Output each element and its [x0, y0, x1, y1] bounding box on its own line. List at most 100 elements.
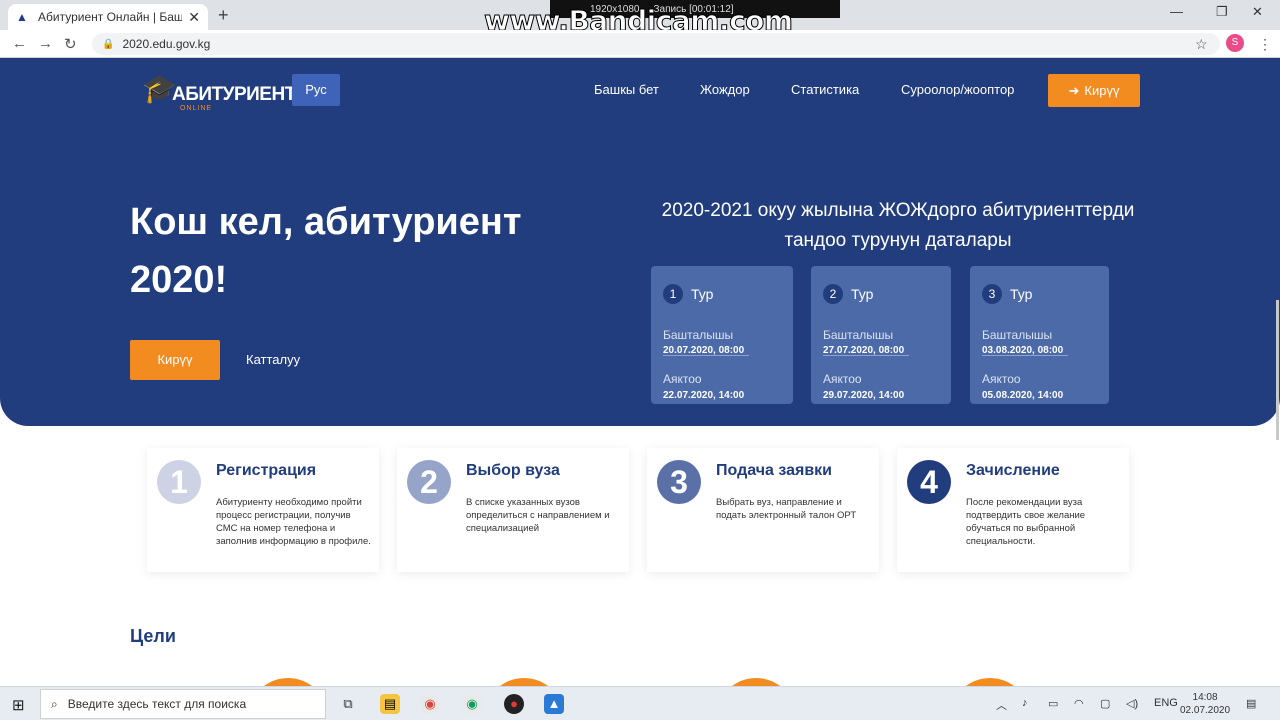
step-card-enrollment: 4 Зачисление После рекомендации вуза под… [897, 448, 1129, 572]
round-end-value: 29.07.2020, 14:00 [823, 390, 905, 401]
tray-expand-icon[interactable]: ︿ [996, 697, 1007, 713]
bandicam-icon[interactable]: ● [504, 694, 524, 714]
round-number: 1 [663, 284, 683, 304]
step-card-choose-university: 2 Выбор вуза В списке указанных вузов оп… [397, 448, 629, 572]
nav-statistics[interactable]: Статистика [791, 82, 859, 97]
profile-avatar[interactable]: S [1226, 34, 1244, 52]
chrome-profile-icon[interactable]: ◉ [462, 694, 482, 714]
round-divider [823, 355, 909, 356]
site-logo[interactable]: 🎓 АБИТУРИЕНТ ONLINE [142, 72, 296, 112]
language-button[interactable]: Рус [292, 74, 340, 106]
language-indicator[interactable]: ENG [1154, 697, 1178, 709]
file-explorer-icon[interactable]: ▤ [380, 694, 400, 714]
taskbar-search-placeholder: Введите здесь текст для поиска [67, 697, 247, 711]
address-bar-row: ← → ↻ 🔒 2020.edu.gov.kg ☆ ⋮ [0, 30, 1280, 58]
taskbar-search[interactable]: ⌕ Введите здесь текст для поиска [40, 689, 326, 719]
round-start-label: Башталышы [663, 328, 734, 342]
bookmark-star-icon[interactable]: ☆ [1195, 36, 1208, 53]
header-login-button[interactable]: ➜ Кирүү [1048, 74, 1140, 107]
rounds-heading: 2020-2021 окуу жылына ЖОЖдорго абитуриен… [636, 196, 1160, 256]
windows-taskbar: ⊞ ⌕ Введите здесь текст для поиска ⧉ ▤ ◉… [0, 686, 1280, 720]
step-title: Зачисление [966, 462, 1060, 479]
round-start-label: Башталышы [982, 328, 1053, 342]
round-end-label: Аяктоо [823, 372, 862, 386]
sign-in-icon: ➜ [1068, 82, 1080, 98]
round-label: Тур [691, 286, 714, 302]
step-title: Выбор вуза [466, 462, 560, 479]
close-window-icon[interactable]: ✕ [1252, 4, 1263, 20]
clock-date: 02.07.2020 [1180, 705, 1231, 716]
round-end-label: Аяктоо [663, 372, 702, 386]
chrome-icon[interactable]: ◉ [420, 694, 440, 714]
battery-icon[interactable]: ▭ [1048, 697, 1058, 710]
url-text: 2020.edu.gov.kg [122, 37, 211, 51]
step-card-application: 3 Подача заявки Выбрать вуз, направление… [647, 448, 879, 572]
round-number: 2 [823, 284, 843, 304]
clock-time: 14:08 [1192, 692, 1218, 703]
storage-icon[interactable]: ▢ [1100, 697, 1110, 710]
hero-title: Кош кел, абитуриент 2020! [130, 193, 560, 309]
windows-start-icon[interactable]: ⊞ [12, 696, 25, 714]
nav-home[interactable]: Башкы бет [594, 82, 659, 97]
wifi-icon[interactable]: ◠ [1074, 697, 1084, 710]
step-title: Подача заявки [716, 462, 833, 479]
microphone-icon[interactable]: ♪ [1022, 697, 1028, 709]
round-number: 3 [982, 284, 1002, 304]
restore-icon[interactable]: ❐ [1216, 4, 1228, 20]
browser-tab[interactable]: ▲ Абитуриент Онлайн | Башкы бет ✕ [8, 4, 208, 30]
page-scrollbar[interactable] [1276, 300, 1279, 440]
search-icon: ⌕ [51, 696, 58, 711]
goals-heading: Цели [130, 626, 176, 646]
step-description: В списке указанных вузов определиться с … [466, 497, 610, 534]
lock-icon: 🔒 [102, 38, 115, 50]
volume-icon[interactable]: ◁) [1126, 697, 1138, 710]
round-end-label: Аяктоо [982, 372, 1021, 386]
round-card: 2 Тур Башталышы 27.07.2020, 08:00 Аяктоо … [811, 266, 951, 404]
round-end-value: 22.07.2020, 14:00 [663, 390, 745, 401]
step-number: 3 [657, 460, 701, 504]
rounds-heading-line2: тандоо турунун даталары [784, 230, 1012, 251]
notifications-icon[interactable]: ▤ [1246, 697, 1256, 710]
reload-icon[interactable]: ↻ [64, 35, 77, 53]
hero-login-button[interactable]: Кирүү [130, 340, 220, 380]
round-label: Тур [1010, 286, 1033, 302]
nav-faq[interactable]: Суроолор/жооптор [901, 82, 1014, 97]
step-description: После рекомендации вуза подтвердить свое… [966, 497, 1086, 547]
step-number: 1 [157, 460, 201, 504]
round-card: 1 Тур Башталышы 20.07.2020, 08:00 Аяктоо … [651, 266, 793, 404]
round-card: 3 Тур Башталышы 03.08.2020, 08:00 Аяктоо … [970, 266, 1109, 404]
back-icon[interactable]: ← [12, 35, 27, 52]
graduation-cap-icon: ▲ [16, 10, 28, 24]
screen: ▲ Абитуриент Онлайн | Башкы бет ✕ + 1920… [0, 0, 1280, 720]
register-link[interactable]: Катталуу [246, 352, 300, 367]
header-login-label: Кирүү [1084, 83, 1120, 98]
minimize-icon[interactable]: — [1170, 4, 1183, 19]
menu-kebab-icon[interactable]: ⋮ [1258, 36, 1272, 53]
tab-title: Абитуриент Онлайн | Башкы бет [38, 10, 183, 24]
rounds-heading-line1: 2020-2021 окуу жылына ЖОЖдорго абитуриен… [661, 200, 1135, 221]
taskbar-clock[interactable]: 14:08 02.07.2020 [1180, 691, 1230, 717]
step-description: Выбрать вуз, направление и подать электр… [716, 497, 857, 521]
browser-tabstrip: ▲ Абитуриент Онлайн | Башкы бет ✕ + 1920… [0, 0, 1280, 38]
forward-icon[interactable]: → [38, 35, 53, 52]
hero-title-line2: 2020! [130, 259, 228, 301]
round-divider [663, 355, 749, 356]
url-field[interactable]: 🔒 2020.edu.gov.kg [92, 33, 1220, 55]
close-tab-icon[interactable]: ✕ [188, 9, 200, 26]
step-number: 4 [907, 460, 951, 504]
logo-word: АБИТУРИЕНТ [172, 84, 296, 105]
step-card-registration: 1 Регистрация Абитуриенту необходимо про… [147, 448, 379, 572]
hero-section: 🎓 АБИТУРИЕНТ ONLINE Рус Башкы бет Жождор… [0, 58, 1280, 426]
step-number: 2 [407, 460, 451, 504]
task-view-icon[interactable]: ⧉ [338, 694, 358, 714]
round-start-label: Башталышы [823, 328, 894, 342]
photos-icon[interactable]: ▲ [544, 694, 564, 714]
step-description: Абитуриенту необходимо пройти процесс ре… [216, 497, 371, 547]
round-label: Тур [851, 286, 874, 302]
new-tab-button[interactable]: + [218, 5, 229, 26]
step-title: Регистрация [216, 462, 317, 479]
nav-universities[interactable]: Жождор [700, 82, 750, 97]
round-end-value: 05.08.2020, 14:00 [982, 390, 1064, 401]
logo-sub: ONLINE [180, 105, 213, 112]
round-divider [982, 355, 1068, 356]
